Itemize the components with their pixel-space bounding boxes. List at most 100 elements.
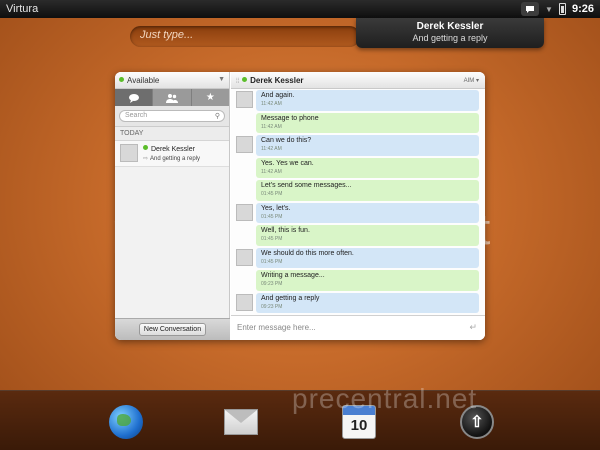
message-row: Yes, let's. 01:45 PM	[231, 202, 485, 225]
avatar	[120, 144, 138, 162]
clock: 9:26	[571, 3, 594, 15]
online-status-icon	[143, 145, 148, 150]
message-bubble: Yes, let's. 01:45 PM	[256, 202, 479, 223]
message-row: We should do this more often. 01:45 PM	[231, 247, 485, 270]
buddy-search-input[interactable]: Search ⚲	[119, 110, 225, 122]
contact-name: Derek Kessler	[143, 145, 195, 153]
availability-selector[interactable]: Available ▼	[115, 72, 229, 89]
message-input[interactable]: Enter message here...	[237, 323, 316, 332]
message-text: Writing a message...	[261, 272, 325, 279]
message-bubble: And getting a reply 09:23 PM	[256, 292, 479, 313]
message-text: Can we do this?	[261, 137, 312, 144]
message-timestamp: 01:45 PM	[261, 258, 283, 265]
notification-banner[interactable]: Derek Kessler And getting a reply	[356, 18, 544, 48]
buddy-list-pane: Available ▼ ★ Search ⚲ TODAY Derek Kessl…	[115, 72, 230, 340]
message-bubble: Can we do this? 11:42 AM	[256, 135, 479, 156]
notification-title: Derek Kessler	[416, 21, 484, 32]
arrow-up-icon: ⇧	[470, 414, 484, 431]
chat-bubble-icon[interactable]	[521, 2, 540, 16]
message-bubble: And again. 11:42 AM	[256, 90, 479, 111]
email-icon[interactable]	[224, 409, 258, 435]
message-timestamp: 01:45 PM	[261, 236, 283, 242]
message-text: Well, this is fun.	[261, 227, 310, 234]
watermark: precentral.net	[292, 383, 478, 414]
message-timestamp: 09:23 PM	[261, 281, 283, 287]
carrier-label: Virtura	[6, 3, 39, 15]
message-timestamp: 01:45 PM	[261, 213, 283, 220]
online-status-icon	[242, 77, 248, 82]
calendar-day: 10	[350, 417, 368, 434]
star-icon: ★	[205, 92, 215, 103]
avatar	[236, 293, 253, 311]
chat-icon	[128, 93, 139, 103]
notification-text: And getting a reply	[412, 33, 488, 43]
message-row: Well, this is fun. 01:45 PM	[231, 224, 485, 247]
online-status-icon	[119, 77, 124, 82]
service-label: AIM	[463, 78, 475, 84]
message-text: Message to phone	[261, 114, 319, 122]
message-bubble: Yes. Yes we can. 11:42 AM	[256, 157, 479, 178]
tab-contacts[interactable]	[153, 89, 192, 106]
message-bubble: Let's send some messages... 01:45 PM	[256, 180, 479, 201]
availability-label: Available	[127, 76, 160, 85]
avatar	[236, 203, 253, 221]
message-row: Let's send some messages... 01:45 PM	[231, 179, 485, 202]
conversation-pane: ⦙⦙ Derek Kessler AIM ▾ And again. 11:42 AM…	[231, 72, 485, 340]
conversation-contact-name: Derek Kessler	[250, 76, 304, 85]
messaging-card[interactable]: Available ▼ ★ Search ⚲ TODAY Derek Kessl…	[115, 72, 485, 340]
search-icon: ⚲	[214, 113, 220, 120]
contact-last-message: And getting a reply	[150, 156, 201, 162]
message-bubble: Message to phone 11:42 AM	[256, 112, 479, 133]
message-list[interactable]: And again. 11:42 AM Message to phone 11:42 …	[231, 89, 485, 315]
status-bar: Virtura ▼ 9:26	[0, 0, 600, 18]
list-item-contact[interactable]: Derek Kessler ⇨ And getting a reply	[115, 141, 229, 167]
tab-favorites[interactable]: ★	[192, 89, 229, 106]
buddy-search-placeholder: Search	[125, 112, 148, 119]
message-text: And getting a reply	[261, 294, 320, 302]
reply-arrow-icon: ⇨	[143, 156, 149, 162]
just-type-search[interactable]: Just type...	[130, 26, 360, 47]
message-row: And again. 11:42 AM	[231, 89, 485, 112]
message-row: Yes. Yes we can. 11:42 AM	[231, 157, 485, 180]
message-text: Let's send some messages...	[261, 182, 352, 189]
new-conversation-button[interactable]: New Conversation	[138, 323, 207, 336]
message-row: Writing a message... 09:23 PM	[231, 269, 485, 292]
message-timestamp: 11:42 AM	[261, 168, 282, 175]
buddy-list-tabs: ★	[115, 89, 229, 106]
message-bubble: Well, this is fun. 01:45 PM	[256, 225, 479, 246]
message-timestamp: 01:45 PM	[261, 191, 283, 197]
compose-area: Enter message here... ↵	[231, 315, 485, 340]
message-timestamp: 09:23 PM	[261, 303, 283, 310]
contact-name-text: Derek Kessler	[151, 146, 195, 153]
send-enter-icon[interactable]: ↵	[469, 322, 477, 333]
buddy-search-wrap: Search ⚲	[115, 106, 229, 127]
message-text: Yes. Yes we can.	[261, 159, 314, 167]
buddy-list-footer: New Conversation	[115, 318, 230, 340]
message-row: And getting a reply 09:23 PM	[231, 292, 485, 315]
message-row: Can we do this? 11:42 AM	[231, 134, 485, 157]
contacts-icon	[165, 93, 178, 103]
chevron-down-icon: ▼	[218, 76, 225, 83]
conversation-header: ⦙⦙ Derek Kessler AIM ▾	[231, 72, 485, 89]
message-text: And again.	[261, 92, 295, 99]
message-timestamp: 11:42 AM	[261, 101, 282, 107]
message-timestamp: 11:42 AM	[261, 146, 282, 152]
message-row: Message to phone 11:42 AM	[231, 112, 485, 135]
service-selector[interactable]: AIM ▾	[464, 77, 479, 84]
avatar	[236, 248, 253, 266]
message-text: Yes, let's.	[261, 204, 291, 212]
chevron-down-icon[interactable]: ▼	[545, 5, 553, 14]
status-icons: ▼ 9:26	[521, 1, 594, 17]
avatar	[236, 136, 253, 153]
section-header-today: TODAY	[115, 127, 229, 141]
message-timestamp: 11:42 AM	[261, 123, 282, 130]
web-browser-icon[interactable]	[109, 405, 143, 439]
search-placeholder: Just type...	[140, 29, 194, 41]
tab-conversations[interactable]	[115, 89, 154, 106]
battery-icon	[558, 3, 566, 15]
message-bubble: Writing a message... 09:23 PM	[256, 270, 479, 291]
avatar	[236, 91, 253, 108]
message-text: We should do this more often.	[261, 249, 354, 257]
message-bubble: We should do this more often. 01:45 PM	[256, 247, 479, 268]
grip-icon[interactable]: ⦙⦙	[236, 78, 239, 86]
